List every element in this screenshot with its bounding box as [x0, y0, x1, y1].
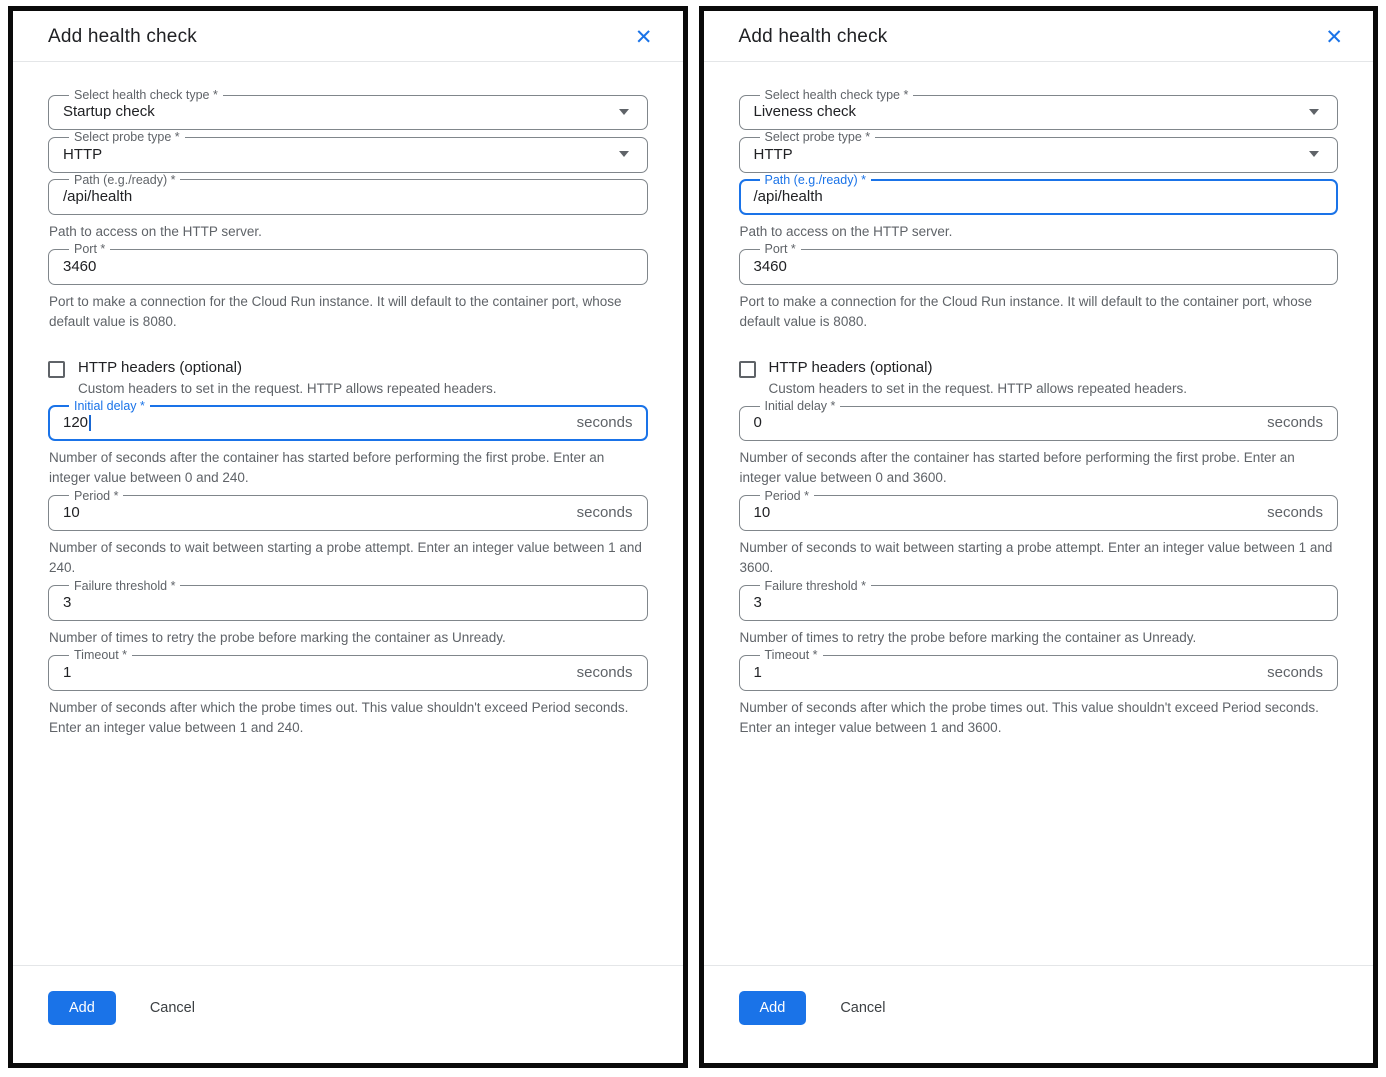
add-health-check-dialog-startup: Add health check ✕ Select health check t…	[8, 6, 688, 1068]
field-label: Path (e.g./ready) *	[69, 173, 180, 187]
add-button[interactable]: Add	[48, 991, 116, 1025]
dialog-body: Select health check type * Startup check…	[13, 62, 683, 965]
input-value: /api/health	[63, 188, 132, 205]
field-label: Port *	[760, 242, 801, 256]
unit-suffix: seconds	[577, 664, 633, 681]
field-label: Select probe type *	[760, 130, 876, 144]
checkbox-label: HTTP headers (optional)	[769, 359, 1187, 376]
select-value: HTTP	[754, 146, 793, 163]
input-value: 120	[63, 414, 88, 431]
cancel-button[interactable]: Cancel	[836, 991, 889, 1025]
http-headers-checkbox[interactable]	[48, 361, 65, 378]
helper-text: Port to make a connection for the Cloud …	[49, 292, 648, 333]
dialogs-container: Add health check ✕ Select health check t…	[0, 0, 1386, 1077]
field-label: Select probe type *	[69, 130, 185, 144]
health-check-type-select[interactable]: Select health check type * Liveness chec…	[739, 88, 1339, 130]
period-input[interactable]: Period * 10 seconds	[48, 489, 648, 531]
close-icon[interactable]: ✕	[635, 27, 653, 48]
unit-suffix: seconds	[577, 414, 633, 431]
chevron-down-icon	[619, 109, 629, 115]
input-value: 3460	[63, 258, 96, 275]
field-label: Timeout *	[69, 648, 132, 662]
field-label: Timeout *	[760, 648, 823, 662]
chevron-down-icon	[619, 151, 629, 157]
helper-text: Number of seconds after the container ha…	[49, 448, 648, 489]
select-value: Startup check	[63, 103, 155, 120]
dialog-title: Add health check	[739, 26, 888, 48]
http-headers-checkbox-row: HTTP headers (optional) Custom headers t…	[48, 359, 648, 399]
dialog-footer: Add Cancel	[13, 965, 683, 1063]
field-label: Failure threshold *	[760, 579, 871, 593]
probe-type-select[interactable]: Select probe type * HTTP	[48, 130, 648, 172]
helper-text: Path to access on the HTTP server.	[740, 222, 1339, 242]
path-input[interactable]: Path (e.g./ready) * /api/health	[739, 173, 1339, 215]
unit-suffix: seconds	[1267, 664, 1323, 681]
input-value: 3	[63, 594, 71, 611]
unit-suffix: seconds	[577, 504, 633, 521]
input-value: 3	[754, 594, 762, 611]
field-label: Select health check type *	[760, 88, 914, 102]
helper-text: Custom headers to set in the request. HT…	[78, 379, 496, 399]
field-label: Period *	[760, 489, 814, 503]
health-check-type-select[interactable]: Select health check type * Startup check	[48, 88, 648, 130]
chevron-down-icon	[1309, 151, 1319, 157]
helper-text: Number of seconds to wait between starti…	[49, 538, 648, 579]
input-value: 10	[754, 504, 771, 521]
helper-text: Number of times to retry the probe befor…	[49, 628, 648, 648]
timeout-input[interactable]: Timeout * 1 seconds	[48, 648, 648, 690]
field-label: Select health check type *	[69, 88, 223, 102]
dialog-title: Add health check	[48, 26, 197, 48]
helper-text: Custom headers to set in the request. HT…	[769, 379, 1187, 399]
http-headers-checkbox-row: HTTP headers (optional) Custom headers t…	[739, 359, 1339, 399]
unit-suffix: seconds	[1267, 504, 1323, 521]
http-headers-checkbox[interactable]	[739, 361, 756, 378]
field-label: Period *	[69, 489, 123, 503]
cancel-button[interactable]: Cancel	[146, 991, 199, 1025]
initial-delay-input[interactable]: Initial delay * 0 seconds	[739, 399, 1339, 441]
dialog-body: Select health check type * Liveness chec…	[704, 62, 1374, 965]
port-input[interactable]: Port * 3460	[739, 242, 1339, 284]
helper-text: Path to access on the HTTP server.	[49, 222, 648, 242]
period-input[interactable]: Period * 10 seconds	[739, 489, 1339, 531]
dialog-header: Add health check ✕	[13, 11, 683, 62]
input-value: 0	[754, 414, 762, 431]
helper-text: Number of seconds to wait between starti…	[740, 538, 1339, 579]
input-value: 3460	[754, 258, 787, 275]
initial-delay-input[interactable]: Initial delay * 120 seconds	[48, 399, 648, 441]
input-value: /api/health	[754, 188, 823, 205]
failure-threshold-input[interactable]: Failure threshold * 3	[739, 579, 1339, 621]
port-input[interactable]: Port * 3460	[48, 242, 648, 284]
input-value: 1	[63, 664, 71, 681]
select-value: HTTP	[63, 146, 102, 163]
failure-threshold-input[interactable]: Failure threshold * 3	[48, 579, 648, 621]
probe-type-select[interactable]: Select probe type * HTTP	[739, 130, 1339, 172]
select-value: Liveness check	[754, 103, 857, 120]
path-input[interactable]: Path (e.g./ready) * /api/health	[48, 173, 648, 215]
helper-text: Number of seconds after the container ha…	[740, 448, 1339, 489]
input-value: 1	[754, 664, 762, 681]
input-value: 10	[63, 504, 80, 521]
field-label: Failure threshold *	[69, 579, 180, 593]
text-cursor	[89, 415, 91, 431]
add-button[interactable]: Add	[739, 991, 807, 1025]
field-label: Port *	[69, 242, 110, 256]
chevron-down-icon	[1309, 109, 1319, 115]
field-label: Path (e.g./ready) *	[760, 173, 871, 187]
field-label: Initial delay *	[69, 399, 150, 413]
checkbox-label: HTTP headers (optional)	[78, 359, 496, 376]
helper-text: Number of seconds after which the probe …	[740, 698, 1339, 739]
unit-suffix: seconds	[1267, 414, 1323, 431]
timeout-input[interactable]: Timeout * 1 seconds	[739, 648, 1339, 690]
close-icon[interactable]: ✕	[1325, 27, 1343, 48]
add-health-check-dialog-liveness: Add health check ✕ Select health check t…	[699, 6, 1379, 1068]
field-label: Initial delay *	[760, 399, 841, 413]
dialog-header: Add health check ✕	[704, 11, 1374, 62]
dialog-footer: Add Cancel	[704, 965, 1374, 1063]
helper-text: Number of times to retry the probe befor…	[740, 628, 1339, 648]
helper-text: Number of seconds after which the probe …	[49, 698, 648, 739]
helper-text: Port to make a connection for the Cloud …	[740, 292, 1339, 333]
